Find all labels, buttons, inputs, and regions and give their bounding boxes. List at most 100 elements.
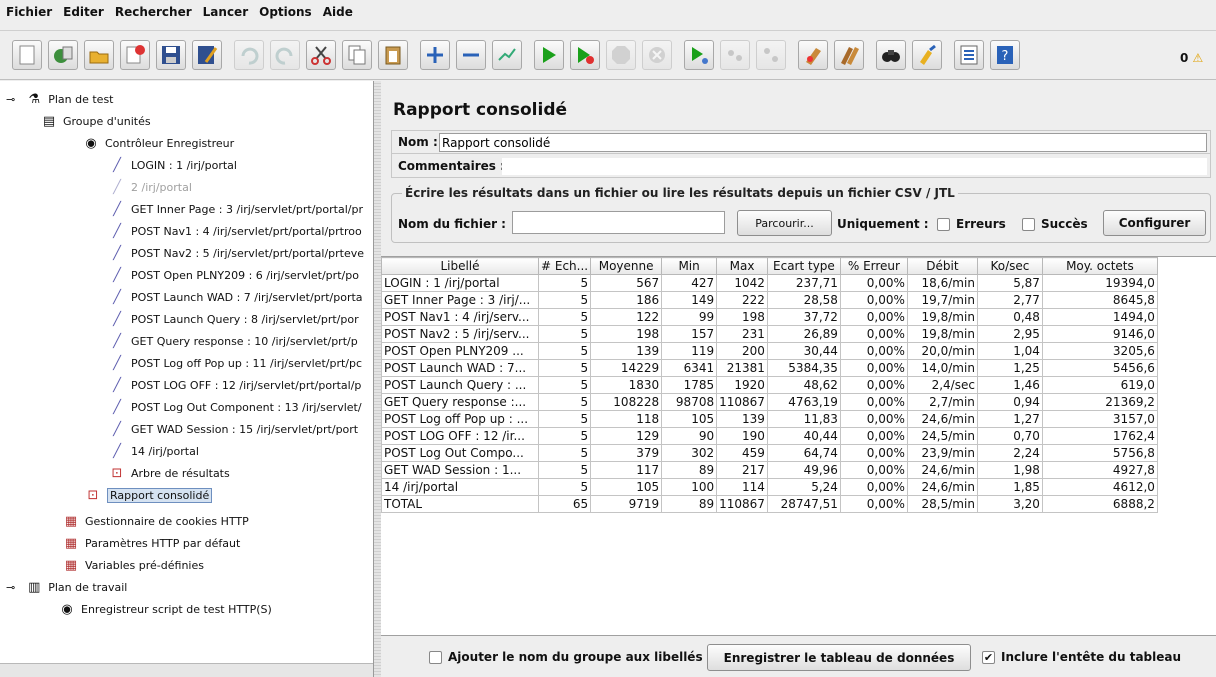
- tree-node-http-defaults[interactable]: ▦ Paramètres HTTP par défaut: [62, 533, 240, 553]
- save-table-button[interactable]: Enregistrer le tableau de données: [707, 644, 971, 671]
- split-pane-divider[interactable]: [374, 81, 381, 677]
- table-cell: 1762,4: [1041, 427, 1158, 445]
- tree-node-plan-de-test[interactable]: ⊸ ⚗ Plan de test: [6, 89, 114, 109]
- filename-input[interactable]: [512, 211, 725, 234]
- table-row[interactable]: POST Nav1 : 4 /irj/serv... 5 122 99 198 37,72…: [381, 308, 1158, 326]
- redo-icon[interactable]: [270, 40, 300, 70]
- remote-stop-icon[interactable]: [720, 40, 750, 70]
- table-cell: 0,00%: [839, 427, 908, 445]
- search-icon[interactable]: [876, 40, 906, 70]
- shutdown-icon[interactable]: [642, 40, 672, 70]
- tree-node-plan-de-travail[interactable]: ⊸ ▥ Plan de travail: [6, 577, 127, 597]
- tree-node-rapport-consolide[interactable]: ⊡ Rapport consolidé: [84, 485, 213, 505]
- tree-node-variables[interactable]: ▦ Variables pré-définies: [62, 555, 204, 575]
- tree-node-sampler[interactable]: ╱ POST LOG OFF : 12 /irj/servlet/prt/port…: [108, 375, 361, 395]
- column-header-debit[interactable]: Débit: [906, 257, 978, 275]
- tree-node-sampler[interactable]: ╱ POST Log Out Component : 13 /irj/servle…: [108, 397, 361, 417]
- collapse-icon[interactable]: [456, 40, 486, 70]
- table-row[interactable]: POST LOG OFF : 12 /ir... 5 129 90 190 40,44 0,…: [381, 427, 1158, 445]
- cut-icon[interactable]: [306, 40, 336, 70]
- tree-node-arbre-resultats[interactable]: ⊡ Arbre de résultats: [108, 463, 230, 483]
- tree-node-sampler[interactable]: ╱ POST Nav2 : 5 /irj/servlet/prt/portal/p…: [108, 243, 364, 263]
- browse-button[interactable]: Parcourir...: [737, 210, 832, 236]
- copy-icon[interactable]: [342, 40, 372, 70]
- configure-button[interactable]: Configurer: [1103, 210, 1206, 236]
- tree-node-controleur[interactable]: ◉ Contrôleur Enregistreur: [82, 133, 234, 153]
- table-row[interactable]: GET Inner Page : 3 /irj/... 5 186 149 222 28,…: [381, 291, 1158, 309]
- tree-node-sampler[interactable]: ╱ GET Query response : 10 /irj/servlet/pr…: [108, 331, 358, 351]
- new-icon[interactable]: [12, 40, 42, 70]
- reset-search-icon[interactable]: [912, 40, 942, 70]
- tree-node-sampler[interactable]: ╱ 2 /irj/portal: [108, 177, 192, 197]
- column-header-moy-octets[interactable]: Moy. octets: [1041, 257, 1158, 275]
- expand-icon[interactable]: [420, 40, 450, 70]
- table-row[interactable]: POST Launch WAD : 7... 5 14229 6341 21381 538…: [381, 359, 1158, 377]
- paste-icon[interactable]: [378, 40, 408, 70]
- table-cell: 105: [661, 410, 718, 428]
- table-row[interactable]: 14 /irj/portal 5 105 100 114 5,24 0,00% 24,6/mi…: [381, 478, 1158, 496]
- tree-node-groupe-unites[interactable]: ▤ Groupe d'unités: [40, 111, 151, 131]
- column-header-min[interactable]: Min: [661, 257, 718, 275]
- table-row[interactable]: POST Nav2 : 5 /irj/serv... 5 198 157 231 26,8…: [381, 325, 1158, 343]
- tree-node-sampler[interactable]: ╱ POST Nav1 : 4 /irj/servlet/prt/portal/p…: [108, 221, 362, 241]
- menu-aide[interactable]: Aide: [323, 5, 353, 19]
- help-icon[interactable]: ?: [990, 40, 1020, 70]
- menu-lancer[interactable]: Lancer: [203, 5, 248, 19]
- tree-node-enregistreur[interactable]: ◉ Enregistreur script de test HTTP(S): [58, 599, 272, 619]
- clear-icon[interactable]: [798, 40, 828, 70]
- column-header-max[interactable]: Max: [716, 257, 768, 275]
- toggle-icon[interactable]: [492, 40, 522, 70]
- table-row[interactable]: POST Launch Query : ... 5 1830 1785 1920 48,6…: [381, 376, 1158, 394]
- menu-options[interactable]: Options: [259, 5, 312, 19]
- column-header-ecart-type[interactable]: Ecart type: [766, 257, 841, 275]
- include-header-checkbox[interactable]: ✔: [982, 651, 995, 664]
- column-header-echantillons[interactable]: # Ech...: [537, 257, 592, 275]
- save-as-icon[interactable]: [192, 40, 222, 70]
- column-header-moyenne[interactable]: Moyenne: [590, 257, 663, 275]
- remote-start-icon[interactable]: [684, 40, 714, 70]
- column-header-libelle[interactable]: Libellé: [381, 257, 539, 275]
- tree-node-sampler[interactable]: ╱ GET Inner Page : 3 /irj/servlet/prt/por…: [108, 199, 363, 219]
- comments-field[interactable]: [502, 158, 1207, 175]
- table-row[interactable]: POST Log off Pop up : ... 5 118 105 139 11,83…: [381, 410, 1158, 428]
- horizontal-scrollbar[interactable]: [0, 663, 373, 677]
- tree-node-sampler[interactable]: ╱ GET WAD Session : 15 /irj/servlet/prt/p…: [108, 419, 358, 439]
- start-no-pause-icon[interactable]: [570, 40, 600, 70]
- expand-handle-icon[interactable]: ⊸: [6, 581, 15, 594]
- stop-icon[interactable]: [606, 40, 636, 70]
- table-row[interactable]: GET WAD Session : 1... 5 117 89 217 49,96 0,00…: [381, 461, 1158, 479]
- save-icon[interactable]: [156, 40, 186, 70]
- table-row[interactable]: LOGIN : 1 /irj/portal 5 567 427 1042 237,71 0,…: [381, 274, 1158, 292]
- table-cell: 0,00%: [839, 410, 908, 428]
- success-checkbox[interactable]: [1022, 218, 1035, 231]
- templates-icon[interactable]: [48, 40, 78, 70]
- remote-shutdown-icon[interactable]: [756, 40, 786, 70]
- name-field[interactable]: [439, 133, 1207, 152]
- add-group-checkbox[interactable]: [429, 651, 442, 664]
- table-row[interactable]: GET Query response :... 5 108228 98708 11086…: [381, 393, 1158, 411]
- tree-node-sampler[interactable]: ╱ POST Launch WAD : 7 /irj/servlet/prt/po…: [108, 287, 362, 307]
- menu-rechercher[interactable]: Rechercher: [115, 5, 192, 19]
- filename-label: Nom du fichier :: [398, 217, 506, 231]
- table-row[interactable]: POST Open PLNY209 ... 5 139 119 200 30,44 0,00…: [381, 342, 1158, 360]
- undo-icon[interactable]: [234, 40, 264, 70]
- tree-node-sampler[interactable]: ╱ 14 /irj/portal: [108, 441, 199, 461]
- table-row[interactable]: TOTAL 65 9719 89 110867 28747,51 0,00% 28,5/min…: [381, 495, 1158, 513]
- column-header-erreur[interactable]: % Erreur: [839, 257, 908, 275]
- menu-fichier[interactable]: Fichier: [6, 5, 52, 19]
- open-icon[interactable]: [84, 40, 114, 70]
- tree-node-sampler[interactable]: ╱ LOGIN : 1 /irj/portal: [108, 155, 237, 175]
- tree-node-cookies[interactable]: ▦ Gestionnaire de cookies HTTP: [62, 511, 249, 531]
- tree-node-sampler[interactable]: ╱ POST Launch Query : 8 /irj/servlet/prt/…: [108, 309, 359, 329]
- table-row[interactable]: POST Log Out Compo... 5 379 302 459 64,74 0,00…: [381, 444, 1158, 462]
- close-icon[interactable]: [120, 40, 150, 70]
- expand-handle-icon[interactable]: ⊸: [6, 93, 15, 106]
- menu-editer[interactable]: Editer: [63, 5, 104, 19]
- tree-node-sampler[interactable]: ╱ POST Open PLNY209 : 6 /irj/servlet/prt/…: [108, 265, 359, 285]
- clear-all-icon[interactable]: [834, 40, 864, 70]
- start-icon[interactable]: [534, 40, 564, 70]
- column-header-ko-sec[interactable]: Ko/sec: [976, 257, 1043, 275]
- function-helper-icon[interactable]: [954, 40, 984, 70]
- tree-node-sampler[interactable]: ╱ POST Log off Pop up : 11 /irj/servlet/p…: [108, 353, 362, 373]
- errors-checkbox[interactable]: [937, 218, 950, 231]
